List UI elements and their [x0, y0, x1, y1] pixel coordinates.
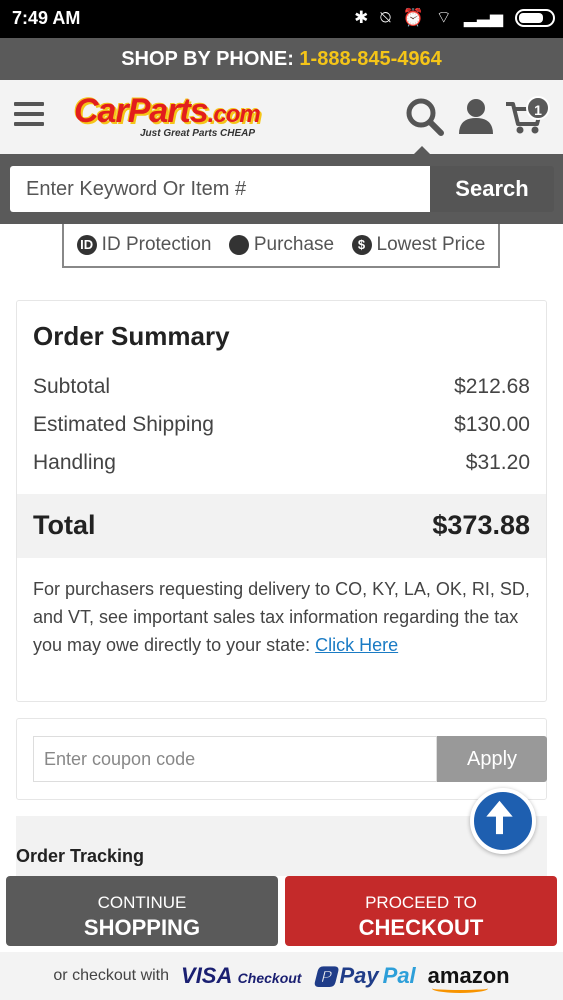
paypal-button[interactable]: 🅿 Pay Pal	[313, 960, 415, 992]
amazon-pay-button[interactable]: amazon	[428, 963, 510, 993]
bluetooth-icon: ✱	[354, 8, 369, 27]
battery-icon	[515, 9, 555, 27]
search-button[interactable]: Search	[430, 166, 554, 212]
order-tracking-section: Order Tracking	[16, 816, 547, 876]
search-bar: Search	[0, 154, 563, 224]
id-shield-icon: ID	[76, 235, 97, 255]
alt-checkout-prefix: or checkout with	[53, 967, 170, 984]
trust-label: Lowest Price	[376, 234, 486, 255]
seal-icon	[228, 235, 249, 255]
summary-value: $31.20	[465, 451, 530, 474]
wifi-icon: ⌔	[435, 8, 452, 27]
status-time: 7:49 AM	[12, 8, 81, 28]
total-value: $373.88	[432, 510, 530, 540]
visa-checkout-button[interactable]: VISA Checkout	[181, 963, 301, 989]
sales-tax-note: For purchasers requesting delivery to CO…	[33, 575, 533, 659]
summary-label: Handling	[33, 451, 116, 474]
trust-purchase: Purchase	[228, 234, 335, 256]
order-tracking-title: Order Tracking	[16, 846, 145, 866]
cart-count-badge[interactable]: 1	[526, 96, 550, 120]
site-header: CarParts.com Just Great Parts CHEAP	[0, 80, 563, 154]
summary-label: Estimated Shipping	[33, 413, 214, 436]
order-summary-title: Order Summary	[33, 321, 230, 351]
logo-tagline: Just Great Parts CHEAP	[140, 128, 256, 139]
summary-value: $212.68	[454, 375, 530, 398]
dollar-icon: $	[351, 235, 372, 255]
search-icon[interactable]	[404, 96, 444, 136]
paypal-text-a: Pay	[339, 963, 379, 988]
continue-line1: CONTINUE	[97, 893, 187, 912]
paypal-text-b: Pal	[382, 963, 416, 988]
search-input[interactable]	[10, 166, 430, 212]
status-bar: 7:49 AM ✱ ⍉ ⏰ ⌔ ▂▃▅	[0, 0, 563, 38]
visa-text: VISA	[181, 963, 232, 988]
trust-lowest-price: $ Lowest Price	[351, 234, 486, 256]
tax-info-link[interactable]: Click Here	[315, 635, 398, 655]
trust-label: ID Protection	[101, 234, 212, 255]
account-icon[interactable]	[456, 96, 496, 136]
tax-note-text: For purchasers requesting delivery to CO…	[33, 579, 530, 655]
checkout-line1: PROCEED TO	[365, 893, 477, 912]
paypal-icon: 🅿	[313, 965, 336, 990]
phone-label: SHOP BY PHONE:	[121, 48, 294, 70]
visa-suffix: Checkout	[237, 970, 302, 986]
scroll-to-top-icon[interactable]	[470, 788, 536, 854]
summary-label: Subtotal	[33, 375, 111, 398]
continue-line2: SHOPPING	[83, 915, 201, 940]
summary-row-handling: Handling $31.20	[33, 451, 530, 475]
logo-text: CarParts	[74, 92, 209, 130]
trust-id-protection: ID ID Protection	[76, 234, 212, 256]
proceed-to-checkout-button[interactable]: PROCEED TO CHECKOUT	[285, 876, 557, 946]
summary-row-subtotal: Subtotal $212.68	[33, 375, 530, 399]
apply-coupon-button[interactable]: Apply	[437, 736, 547, 782]
alt-checkout-bar: or checkout with VISA Checkout 🅿 Pay Pal a…	[0, 952, 563, 1000]
alarm-icon: ⏰	[402, 8, 424, 27]
summary-total-row: Total $373.88	[17, 494, 546, 558]
coupon-input[interactable]	[33, 736, 437, 782]
mute-bell-icon: ⍉	[380, 8, 391, 27]
phone-number[interactable]: 1-888-845-4964	[299, 48, 441, 70]
carparts-logo[interactable]: CarParts.com Just Great Parts CHEAP	[74, 92, 284, 144]
logo-domain: .com	[207, 101, 261, 128]
signal-icon: ▂▃▅	[463, 8, 503, 27]
trust-label: Purchase	[253, 234, 335, 255]
continue-shopping-button[interactable]: CONTINUE SHOPPING	[6, 876, 278, 946]
status-icons: ✱ ⍉ ⏰ ⌔ ▂▃▅	[354, 8, 555, 28]
coupon-card: Apply	[16, 718, 547, 800]
phone-banner[interactable]: SHOP BY PHONE: 1-888-845-4964	[0, 38, 563, 80]
menu-icon[interactable]	[14, 102, 44, 126]
order-summary-card: Order Summary Subtotal $212.68 Estimated…	[16, 300, 547, 702]
total-label: Total	[33, 510, 96, 540]
checkout-line2: CHECKOUT	[358, 915, 484, 940]
trust-badges: ID ID Protection Purchase $ Lowest Price	[62, 224, 500, 268]
summary-value: $130.00	[454, 413, 530, 436]
summary-row-shipping: Estimated Shipping $130.00	[33, 413, 530, 437]
